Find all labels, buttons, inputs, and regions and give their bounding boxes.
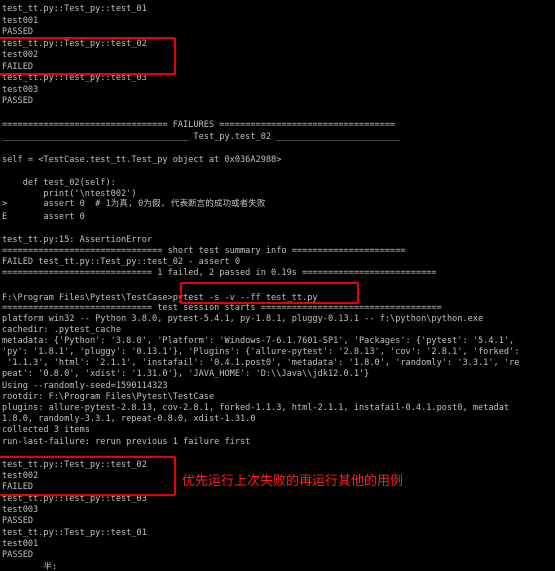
console-line: ================================ FAILURE… xyxy=(2,120,396,130)
console-line: def test_02(self): xyxy=(2,178,116,188)
console-line: test_tt.py:15: AssertionError xyxy=(2,235,153,245)
console-line: ============================= 1 failed, … xyxy=(2,268,437,278)
console-line: ============================= test sessi… xyxy=(2,303,442,313)
console-line: metadata: {'Python': '3.8.0', 'Platform'… xyxy=(2,336,515,346)
console-line: test003 xyxy=(2,85,39,95)
console-line: PASSED xyxy=(2,96,34,106)
console-line: test_tt.py::Test_py::test_01 xyxy=(2,528,147,538)
console-line: platform win32 -- Python 3.8.0, pytest-5… xyxy=(2,314,484,324)
console-line: PASSED xyxy=(2,516,34,526)
console-line: collected 3 items xyxy=(2,425,90,435)
console-line: cachedir: .pytest_cache xyxy=(2,325,121,335)
failed-test-highlight xyxy=(0,37,176,75)
console-line: plugins: allure-pytest-2.8.13, cov-2.8.1… xyxy=(2,403,510,413)
annotation-note: 优先运行上次失败的再运行其他的用例 xyxy=(182,474,404,489)
console-line: 1.8.0, randomly-3.3.1, repeat-0.8.0, xdi… xyxy=(2,414,256,424)
console-line: run-last-failure: rerun previous 1 failu… xyxy=(2,437,251,447)
console-window[interactable]: test_tt.py::Test_py::test_01 test001 PASSE… xyxy=(0,0,555,571)
console-line: self = <TestCase.test_tt.Test_py object … xyxy=(2,155,282,165)
console-line: Using --randomly-seed=1590114323 xyxy=(2,381,168,391)
console-line: > assert 0 # 1为真, 0为假, 代表断言的成功或者失败 xyxy=(2,199,266,209)
console-line: test_tt.py::Test_py::test_01 xyxy=(2,4,147,14)
console-line: FAILED test_tt.py::Test_py::test_02 - as… xyxy=(2,257,240,267)
console-line: 'py': '1.8.1', 'pluggy': '0.13.1'}, 'Plu… xyxy=(2,347,520,357)
console-line: peat': '0.8.0', 'xdist': '1.31.0'}, 'JAV… xyxy=(2,369,370,379)
console-line: 半: xyxy=(2,562,58,571)
console-line: test003 xyxy=(2,505,39,515)
console-line: E assert 0 xyxy=(2,212,85,222)
console-line: test001 xyxy=(2,16,39,26)
command-highlight xyxy=(180,282,359,304)
console-line: ____________________________________ Tes… xyxy=(2,132,401,142)
console-line: PASSED xyxy=(2,550,34,560)
rerun-failed-highlight xyxy=(0,456,176,496)
console-line: '1.1.3', 'html': '2.1.1', 'instafail': '… xyxy=(2,358,520,368)
console-line: =============================== short te… xyxy=(2,246,406,256)
console-line: test001 xyxy=(2,539,39,549)
console-line: rootdir: F:\Program Files\Pytest\TestCas… xyxy=(2,392,215,402)
